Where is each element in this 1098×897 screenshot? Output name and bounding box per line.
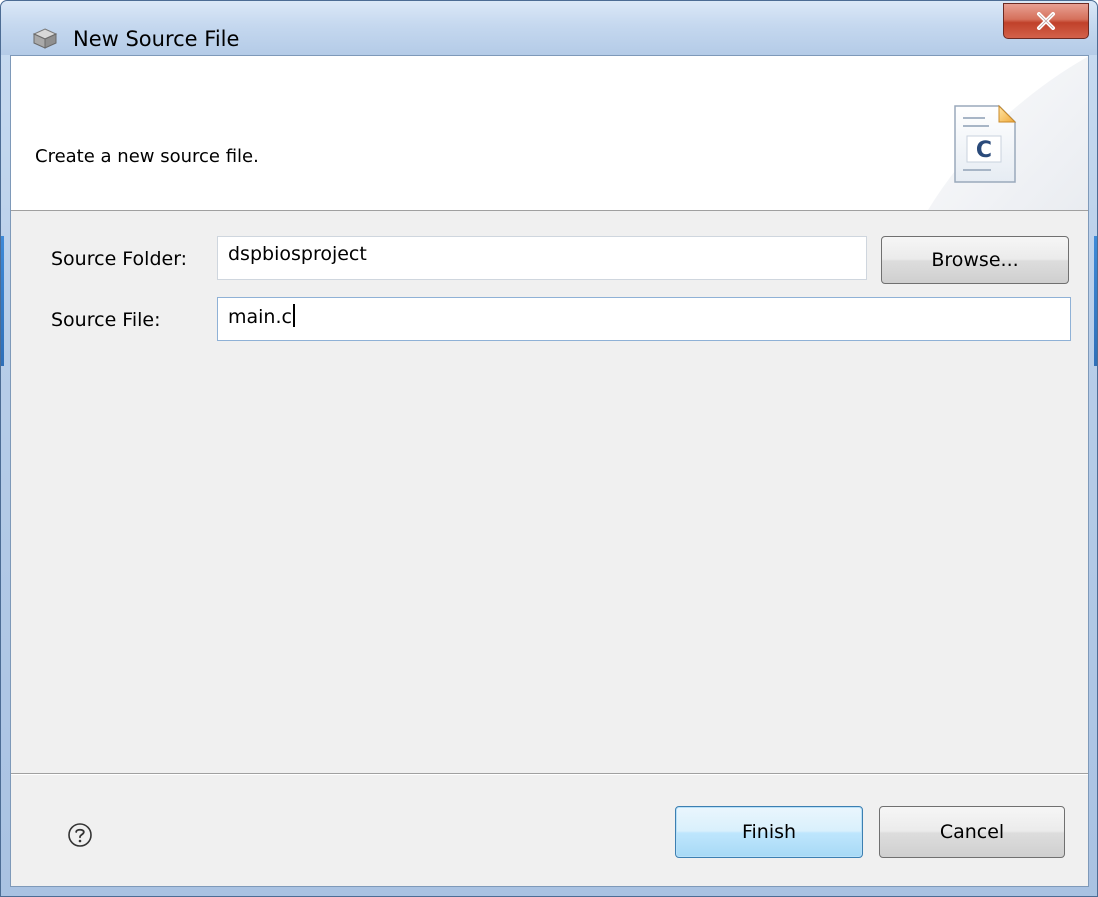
cancel-button[interactable]: Cancel xyxy=(879,806,1065,858)
file-icon-letter: C xyxy=(976,138,992,163)
app-cube-icon xyxy=(32,28,58,49)
finish-button-label: Finish xyxy=(741,821,797,843)
source-folder-label: Source Folder: xyxy=(51,248,188,270)
browse-button-label: Browse... xyxy=(931,249,1019,271)
dialog-window: New Source File Create a new source file… xyxy=(0,0,1098,897)
banner-message: Create a new source file. xyxy=(35,146,259,167)
wizard-banner: Create a new source file. C xyxy=(11,56,1088,211)
close-button[interactable] xyxy=(1003,3,1089,39)
footer-separator xyxy=(11,773,1088,775)
finish-button[interactable]: Finish xyxy=(675,806,863,858)
window-frame-right-accent xyxy=(1094,236,1097,366)
source-folder-value: dspbiosproject xyxy=(228,243,367,265)
text-caret xyxy=(292,304,295,327)
c-source-file-icon: C xyxy=(954,104,1017,183)
source-file-label: Source File: xyxy=(51,309,161,331)
dialog-content: Create a new source file. C Source Folde… xyxy=(10,55,1089,887)
browse-button[interactable]: Browse... xyxy=(881,236,1069,284)
cancel-button-label: Cancel xyxy=(939,821,1005,843)
title-bar[interactable]: New Source File xyxy=(1,1,1097,55)
window-frame-left-accent xyxy=(1,236,4,366)
close-icon xyxy=(1037,12,1055,30)
help-icon[interactable] xyxy=(67,822,93,848)
window-title: New Source File xyxy=(73,27,240,51)
source-file-value: main.c xyxy=(228,306,292,328)
source-folder-input[interactable]: dspbiosproject xyxy=(217,236,867,280)
source-file-input[interactable]: main.c xyxy=(217,297,1071,341)
